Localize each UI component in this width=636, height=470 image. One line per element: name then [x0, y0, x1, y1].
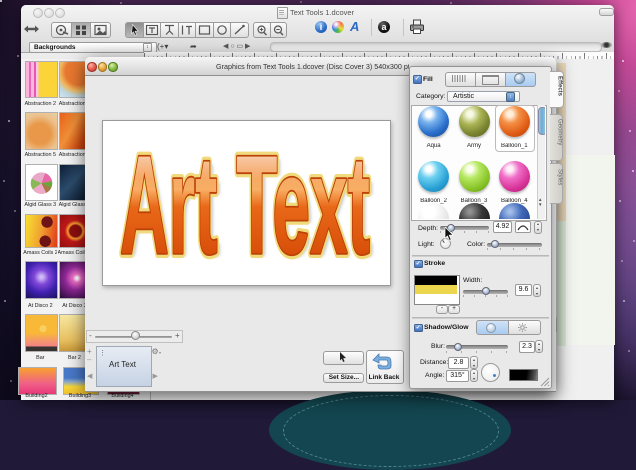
svg-text:Art Text: Art Text: [120, 126, 370, 283]
